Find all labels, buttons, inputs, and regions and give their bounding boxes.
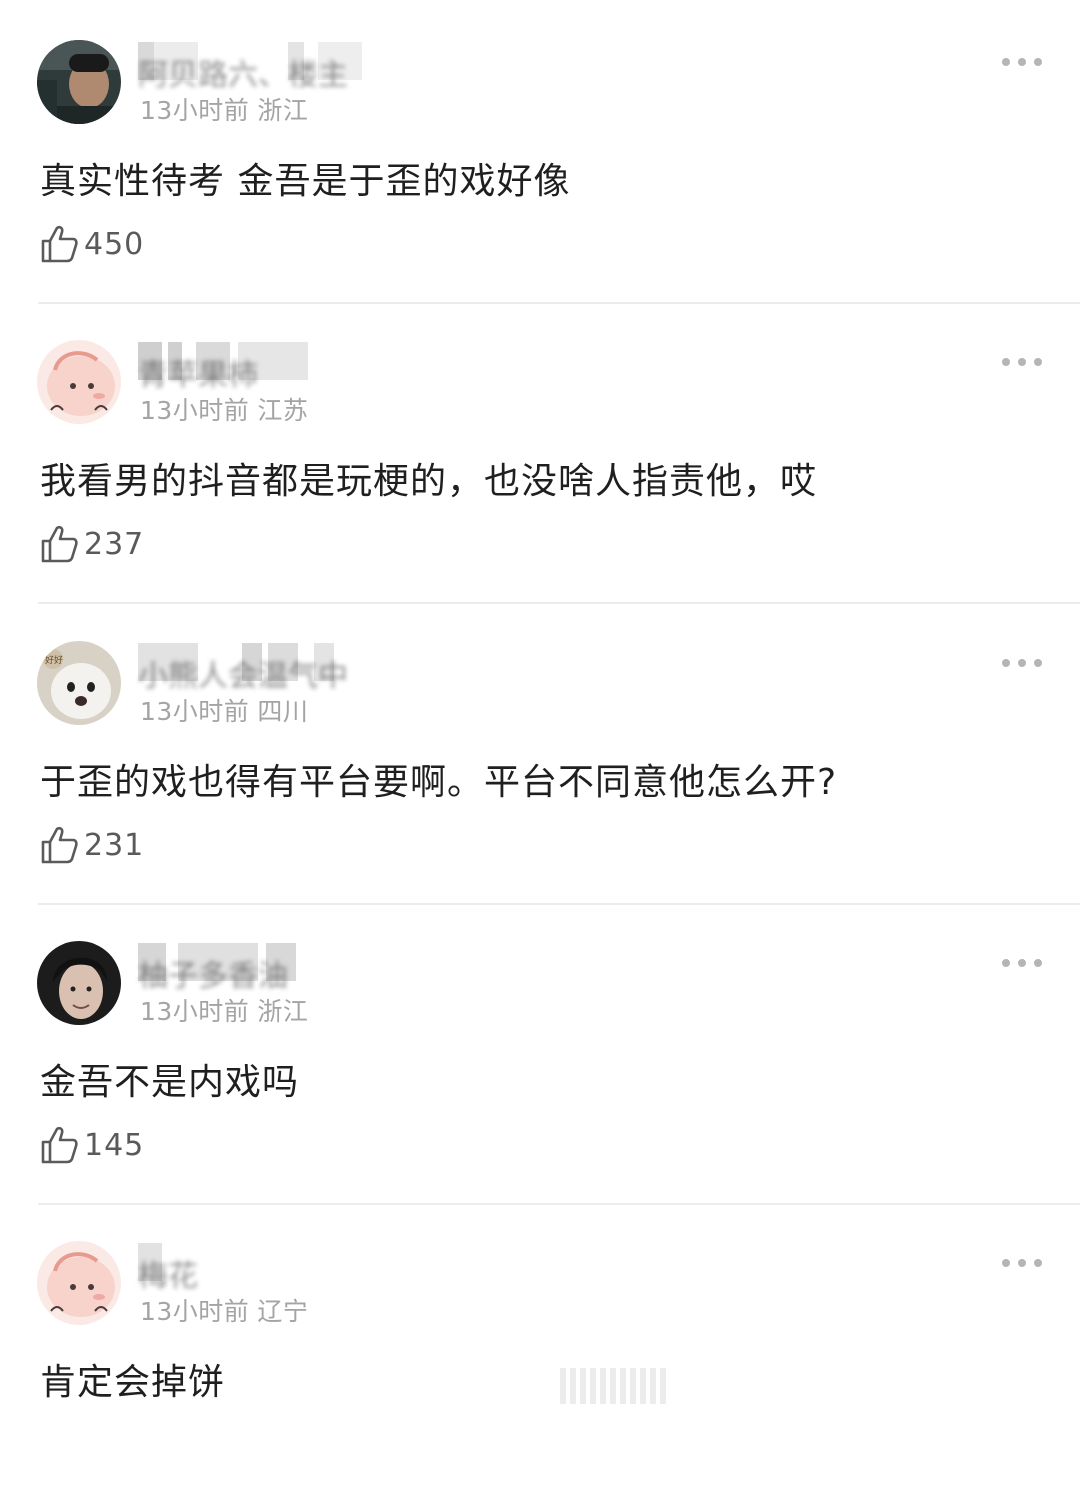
username: 梅花	[138, 1259, 198, 1294]
comment-meta: 13小时前 四川	[140, 692, 308, 728]
like-count: 145	[84, 1127, 145, 1163]
more-dots-icon[interactable]	[1002, 50, 1042, 74]
more-dots-icon[interactable]	[1002, 1251, 1042, 1275]
comment-time: 13小时前	[140, 997, 250, 1026]
comment-text: 金吾不是内戏吗	[40, 1062, 300, 1103]
comment-meta: 13小时前 江苏	[140, 391, 308, 427]
comment-item: 好好 小熊人会温气中 13小时前 四川 于歪的戏也得有平台要啊。平台不同意他怎么开…	[0, 601, 1080, 905]
comment-item: 阿贝路六、楼主 13小时前 浙江 真实性待考 金吾是于歪的戏好像 450	[0, 0, 1080, 304]
user-avatar[interactable]	[37, 941, 121, 1025]
comment-location: 四川	[257, 697, 309, 726]
like-button[interactable]: 237	[40, 522, 144, 566]
watermark	[560, 1368, 670, 1404]
like-button[interactable]: 145	[40, 1123, 144, 1167]
comment-item: 柚子多香油 13小时前 浙江 金吾不是内戏吗 145	[0, 901, 1080, 1205]
like-button[interactable]: 450	[40, 222, 144, 266]
username: 青苹果柿	[138, 358, 258, 393]
comment-meta: 13小时前 浙江	[140, 992, 308, 1028]
user-avatar[interactable]	[37, 40, 121, 124]
comment-location: 辽宁	[257, 1297, 309, 1326]
comment-time: 13小时前	[140, 396, 250, 425]
comment-item: 梅花 13小时前 辽宁 肯定会掉饼	[0, 1201, 1080, 1501]
avatar-man-photo-icon	[37, 40, 121, 124]
user-avatar[interactable]: 好好	[37, 641, 121, 725]
avatar-pink-cartoon-icon	[37, 1241, 121, 1325]
thumbs-up-outline-icon	[41, 525, 78, 563]
comment-text: 真实性待考 金吾是于歪的戏好像	[40, 161, 571, 202]
comment-time: 13小时前	[140, 1297, 250, 1326]
like-count: 237	[84, 526, 145, 562]
svg-text:好好: 好好	[45, 654, 63, 666]
more-dots-icon[interactable]	[1002, 651, 1042, 675]
user-avatar[interactable]	[37, 1241, 121, 1325]
more-dots-icon[interactable]	[1002, 350, 1042, 374]
comment-text: 我看男的抖音都是玩梗的，也没啥人指责他，哎	[40, 461, 818, 502]
avatar-pink-cartoon-icon	[37, 340, 121, 424]
thumbs-up-outline-icon	[41, 1126, 78, 1164]
like-count: 231	[84, 827, 145, 863]
comment-time: 13小时前	[140, 697, 250, 726]
avatar-woman-photo-icon	[37, 941, 121, 1025]
like-button[interactable]: 231	[40, 823, 144, 867]
username: 阿贝路六、楼主	[138, 58, 348, 93]
avatar-white-dog-icon: 好好	[37, 641, 121, 725]
thumbs-up-outline-icon	[41, 225, 78, 263]
username: 柚子多香油	[138, 959, 288, 994]
comment-item: 青苹果柿 13小时前 江苏 我看男的抖音都是玩梗的，也没啥人指责他，哎 237	[0, 300, 1080, 604]
comment-meta: 13小时前 浙江	[140, 91, 308, 127]
comment-meta: 13小时前 辽宁	[140, 1292, 308, 1328]
more-dots-icon[interactable]	[1002, 951, 1042, 975]
comment-time: 13小时前	[140, 96, 250, 125]
user-avatar[interactable]	[37, 340, 121, 424]
comment-location: 江苏	[257, 396, 309, 425]
thumbs-up-outline-icon	[41, 826, 78, 864]
comment-location: 浙江	[257, 96, 309, 125]
comment-location: 浙江	[257, 997, 309, 1026]
comment-text: 肯定会掉饼	[40, 1362, 226, 1403]
like-count: 450	[84, 226, 145, 262]
username: 小熊人会温气中	[138, 659, 348, 694]
comment-text: 于歪的戏也得有平台要啊。平台不同意他怎么开?	[40, 762, 838, 803]
